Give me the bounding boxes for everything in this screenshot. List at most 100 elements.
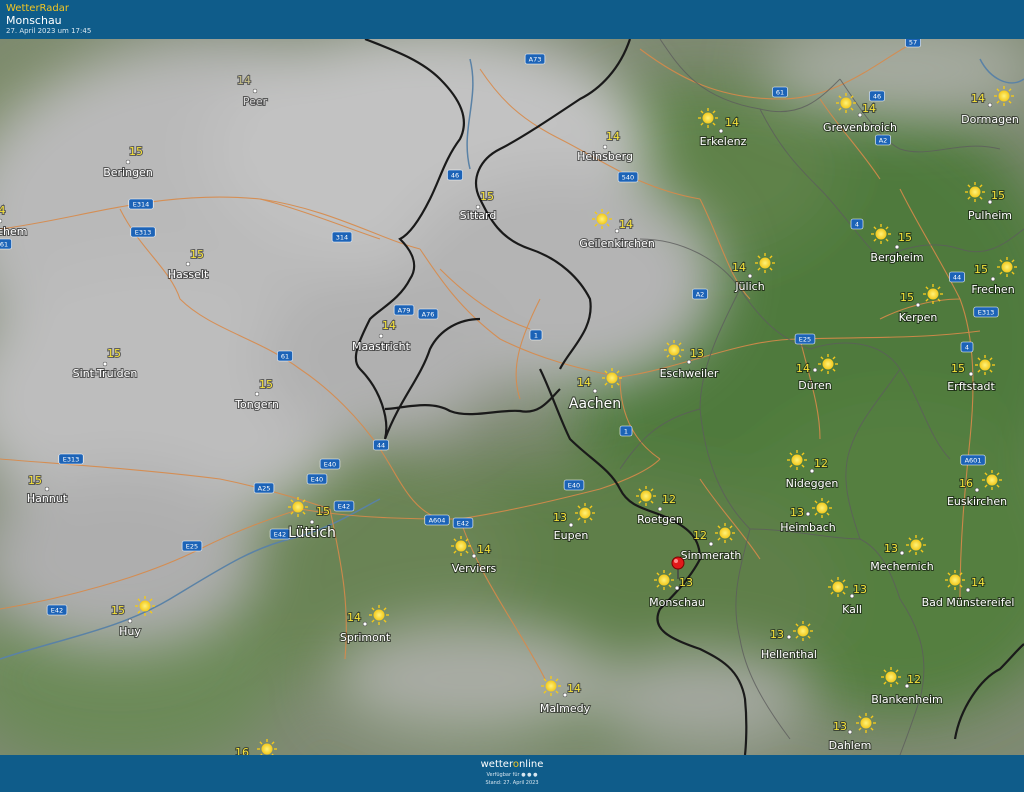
road-badge-label: E313: [135, 228, 152, 236]
sun-icon: [982, 470, 1002, 490]
sun-icon: [828, 577, 848, 597]
city-name-label: Frechen: [971, 283, 1014, 296]
sun-icon: [836, 93, 856, 113]
temperature-label: 15: [480, 190, 494, 203]
sun-icon: [575, 503, 595, 523]
city-name-label: Hannut: [27, 492, 68, 505]
city-dot: [805, 511, 811, 517]
city-name-label: Erftstadt: [947, 380, 995, 393]
city-dot: [718, 128, 724, 134]
sun-icon: [698, 108, 718, 128]
road-badge-e313: E313: [58, 453, 84, 465]
sun-icon: [288, 497, 308, 517]
city-dot: [968, 371, 974, 377]
footer-bar: wetteronline Verfügbar für ● ● ● Stand: …: [0, 755, 1024, 792]
road-badge-a601: A601: [960, 454, 986, 466]
city-name-label: Maastricht: [352, 340, 411, 353]
city-name-label: Heinsberg: [577, 150, 633, 163]
city-name-label: Grevenbroich: [823, 121, 897, 134]
city-name-label: Tongern: [234, 398, 279, 411]
road-badge-label: E42: [274, 530, 286, 538]
temperature-label: 14: [971, 92, 985, 105]
logo-text-3: nline: [518, 759, 544, 770]
road-badge-label: A2: [696, 290, 705, 298]
temperature-label: 14: [862, 102, 876, 115]
road-badge-label: 61: [0, 240, 8, 248]
map-canvas[interactable]: A735761 46540A246E314E31331461444A2A79 A76…: [0, 39, 1024, 755]
sun-icon: [994, 86, 1014, 106]
temperature-label: 14: [382, 319, 396, 332]
temperature-label: 15: [316, 505, 330, 518]
city-name-label: Malmedy: [540, 702, 591, 715]
city-dot: [847, 729, 853, 735]
road-badge-label: E40: [568, 481, 580, 489]
road-badge-label: A604: [429, 516, 446, 524]
road-badge-e40: E40: [563, 479, 585, 491]
temperature-label: 12: [907, 673, 921, 686]
sun-icon: [923, 284, 943, 304]
city-name-label: Huy: [119, 625, 141, 638]
road-badge-label: E42: [457, 519, 469, 527]
temperature-label: 14: [477, 543, 491, 556]
sun-icon: [592, 209, 612, 229]
city-dot: [899, 550, 905, 556]
city-dot: [592, 388, 598, 394]
city-dot: [965, 587, 971, 593]
city-dot: [471, 553, 477, 559]
temperature-label: 14: [796, 362, 810, 375]
road-badge-a79: A79: [393, 304, 415, 316]
road-badge-label: 314: [336, 233, 348, 241]
sun-icon: [602, 368, 622, 388]
availability-line: Verfügbar für ● ● ●: [0, 772, 1024, 778]
sun-icon: [906, 535, 926, 555]
temperature-label: 15: [190, 248, 204, 261]
sun-icon: [793, 621, 813, 641]
road-badge-e42: E42: [333, 500, 355, 512]
temperature-label: 13: [690, 347, 704, 360]
road-badge-e313: E313: [130, 226, 156, 238]
wetteronline-logo[interactable]: wetteronline: [0, 759, 1024, 770]
road-badge-label: E313: [978, 308, 995, 316]
temperature-label: 14: [725, 116, 739, 129]
road-badge-label: A73: [529, 55, 542, 63]
radar-map[interactable]: A73 57 61 46 540 A2 46 E314 E313 314 61 4 44 A2 A79 A76…: [0, 39, 1024, 755]
road-badge-label: 1: [534, 331, 538, 339]
road-badge-label: E314: [133, 200, 150, 208]
temperature-label: 15: [259, 378, 273, 391]
temperature-label: 12: [693, 529, 707, 542]
city-name-label: Erkelenz: [700, 135, 747, 148]
temperature-label: 12: [662, 493, 676, 506]
city-name-label: Aachen: [569, 396, 621, 412]
sun-icon: [715, 523, 735, 543]
location-title: Monschau: [6, 14, 62, 27]
road-badge-label: E42: [51, 606, 63, 614]
availability-text: Verfügbar für: [486, 772, 520, 778]
sun-icon: [818, 354, 838, 374]
sun-icon: [975, 355, 995, 375]
city-name-label: Hasselt: [168, 268, 209, 281]
sun-icon: [541, 676, 561, 696]
city-name-label: Geilenkirchen: [579, 237, 655, 250]
temperature-label: 15: [28, 474, 42, 487]
temperature-label: 15: [974, 263, 988, 276]
city-dot: [812, 367, 818, 373]
road-badge-label: 540: [622, 173, 634, 181]
city-dot: [990, 276, 996, 282]
android-icon[interactable]: ●: [533, 772, 537, 778]
temperature-label: 14: [606, 130, 620, 143]
temperature-label: 15: [111, 604, 125, 617]
city-name-label: Sprimont: [340, 631, 391, 644]
app-store-icon[interactable]: ●: [521, 772, 525, 778]
road-badge-label: E25: [799, 335, 811, 343]
temperature-label: 15: [951, 362, 965, 375]
road-badge-61: 61: [277, 350, 293, 362]
road-badge-label: 57: [909, 39, 917, 46]
city-dot: [915, 302, 921, 308]
city-dot: [309, 519, 315, 525]
city-name-label: Lüttich: [288, 525, 336, 541]
apple-icon[interactable]: ●: [527, 772, 531, 778]
city-dot: [987, 102, 993, 108]
city-dot: [254, 391, 260, 397]
city-dot: [378, 333, 384, 339]
city-name-label: Simmerath: [681, 549, 742, 562]
